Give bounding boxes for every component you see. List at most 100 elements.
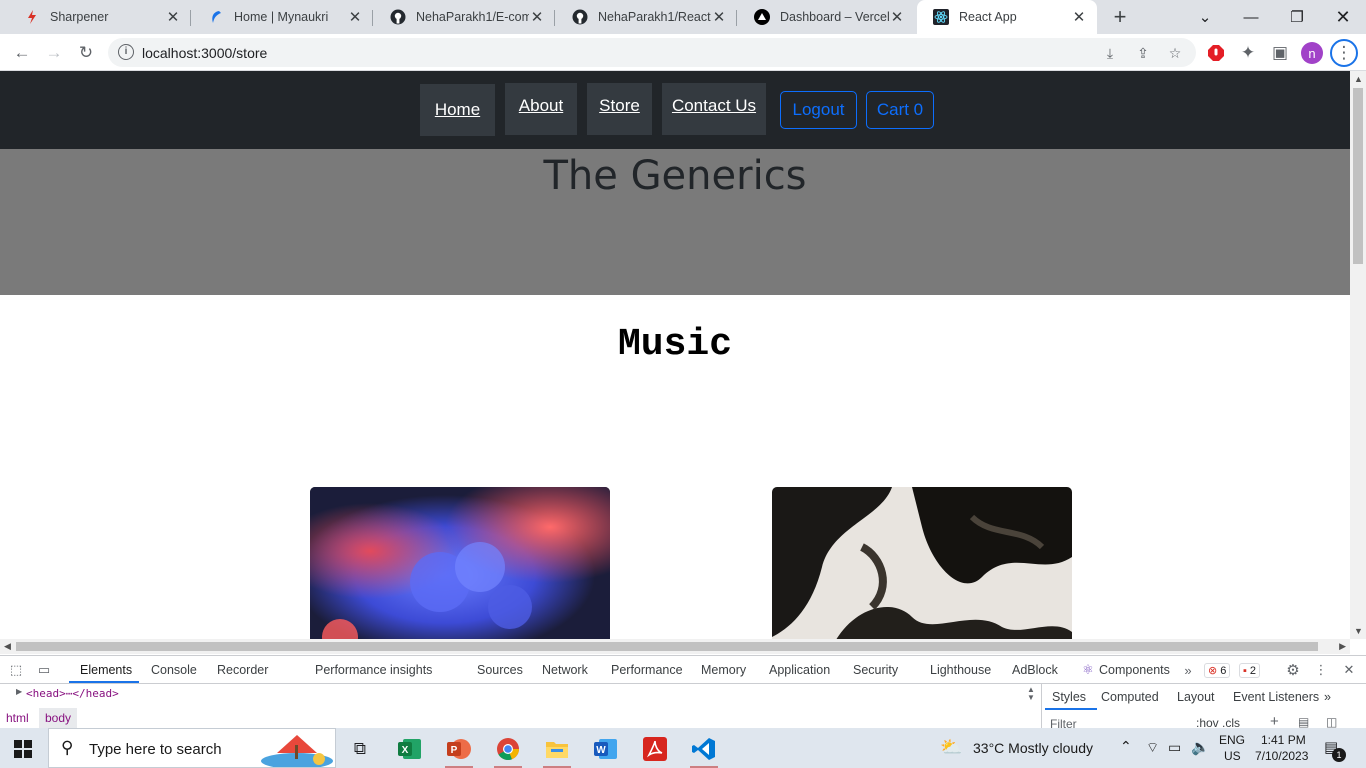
dom-scroll-arrows-icon[interactable]: ▲ ▼	[1027, 686, 1035, 702]
nav-link-store[interactable]: Store	[587, 83, 652, 135]
back-icon[interactable]: ←	[8, 39, 36, 67]
weather-text[interactable]: 33°C Mostly cloudy	[973, 740, 1093, 756]
tray-chevron-up-icon[interactable]: ⌃	[1120, 738, 1132, 755]
vertical-scroll-thumb[interactable]	[1353, 88, 1363, 264]
album-image-black-ink[interactable]	[772, 487, 1072, 639]
url-text[interactable]: localhost:3000/store	[142, 45, 267, 61]
devtools-tab-console[interactable]: Console	[151, 663, 197, 677]
dom-tree-head-node[interactable]: <head>⋯</head>	[26, 687, 119, 700]
settings-gear-icon[interactable]: ⚙	[1285, 662, 1301, 679]
logout-button[interactable]: Logout	[780, 91, 857, 129]
devtools-tab-memory[interactable]: Memory	[701, 663, 746, 677]
side-panel-icon[interactable]: ▣	[1266, 39, 1294, 67]
element-state-icon[interactable]: ▤	[1298, 715, 1309, 729]
breadcrumb-html[interactable]: html	[6, 711, 29, 725]
browser-tab-github-ecomm[interactable]: NehaParakh1/E-comm ✕	[374, 2, 555, 32]
word-icon[interactable]: W	[586, 732, 626, 766]
volume-icon[interactable]: 🔈	[1191, 738, 1210, 756]
close-icon[interactable]: ✕	[1071, 9, 1087, 26]
powerpoint-icon[interactable]: P	[439, 732, 479, 768]
vscode-icon[interactable]	[684, 732, 724, 768]
weather-icon[interactable]: ⛅	[940, 737, 962, 758]
nav-link-contact-us[interactable]: Contact Us	[662, 83, 766, 135]
nav-link-about[interactable]: About	[505, 83, 577, 135]
adblock-extension-icon[interactable]	[1202, 39, 1230, 67]
bookmark-star-icon[interactable]: ☆	[1166, 44, 1184, 62]
extensions-puzzle-icon[interactable]: ✦	[1234, 39, 1262, 67]
close-icon[interactable]: ✕	[889, 9, 905, 26]
tab-search-icon[interactable]: ⌄	[1182, 0, 1228, 34]
browser-tab-react-app[interactable]: React App ✕	[917, 0, 1097, 34]
window-close-button[interactable]: ✕	[1320, 0, 1366, 34]
chrome-icon[interactable]	[488, 732, 528, 768]
expand-triangle-icon[interactable]: ▶	[16, 687, 22, 696]
windows-start-icon[interactable]	[14, 740, 32, 761]
profile-avatar[interactable]: n	[1298, 39, 1326, 67]
region-indicator[interactable]: US	[1224, 749, 1241, 763]
share-icon[interactable]: ⇪	[1134, 44, 1152, 62]
inspect-element-icon[interactable]: ⬚	[8, 662, 24, 678]
reload-icon[interactable]: ↻	[72, 39, 100, 67]
page-vertical-scrollbar[interactable]: ▲ ▼	[1350, 71, 1366, 639]
address-bar[interactable]: i localhost:3000/store ⤓ ⇪ ☆	[108, 38, 1196, 67]
chrome-menu-icon[interactable]: ⋮	[1330, 39, 1358, 67]
devtools-tab-recorder[interactable]: Recorder	[217, 663, 268, 677]
horizontal-scroll-thumb[interactable]	[16, 642, 1318, 651]
restore-button[interactable]: ❐	[1274, 0, 1320, 34]
devtools-tab-adblock[interactable]: AdBlock	[1012, 663, 1058, 677]
styles-tab-styles[interactable]: Styles	[1052, 690, 1086, 704]
close-icon[interactable]: ✕	[165, 9, 181, 26]
react-icon	[933, 9, 949, 25]
nav-link-home[interactable]: Home	[420, 84, 495, 136]
devtools-close-icon[interactable]: ✕	[1341, 662, 1357, 678]
issues-badge[interactable]: ▪ 2	[1239, 663, 1261, 678]
language-indicator[interactable]: ENG	[1219, 733, 1245, 747]
devtools-tab-performance-insights[interactable]: Performance insights	[315, 663, 432, 677]
site-info-icon[interactable]: i	[118, 44, 134, 60]
browser-tab-mynaukri[interactable]: Home | Mynaukri ✕	[192, 2, 373, 32]
cart-button[interactable]: Cart 0	[866, 91, 934, 129]
task-view-icon[interactable]: ⧉	[340, 732, 380, 766]
github-icon	[572, 9, 588, 25]
page-horizontal-scrollbar[interactable]: ◀ ▶	[0, 639, 1350, 654]
acrobat-icon[interactable]	[635, 732, 675, 766]
devtools-tab-elements[interactable]: Elements	[80, 663, 132, 677]
browser-tab-github-react[interactable]: NehaParakh1/React-w ✕	[556, 2, 737, 32]
browser-tab-vercel[interactable]: Dashboard – Vercel ✕	[738, 2, 915, 32]
hero-banner: The Generics	[0, 149, 1350, 295]
file-explorer-icon[interactable]	[537, 732, 577, 768]
clock-date[interactable]: 7/10/2023	[1255, 749, 1308, 763]
computed-sidebar-icon[interactable]: ◫	[1326, 715, 1337, 729]
close-icon[interactable]: ✕	[347, 9, 363, 26]
excel-icon[interactable]: X	[390, 732, 430, 766]
album-image-colorful-smoke[interactable]	[310, 487, 610, 639]
styles-tab-layout[interactable]: Layout	[1177, 690, 1215, 704]
devtools-tab-components[interactable]: Components	[1099, 663, 1170, 677]
devtools-tab-performance[interactable]: Performance	[611, 663, 683, 677]
clock-time[interactable]: 1:41 PM	[1261, 733, 1306, 747]
device-toolbar-icon[interactable]: ▭	[36, 662, 52, 678]
devtools-tab-sources[interactable]: Sources	[477, 663, 523, 677]
browser-tab-sharpener[interactable]: Sharpener ✕	[8, 2, 191, 32]
styles-tab-event-listeners[interactable]: Event Listeners	[1233, 690, 1319, 704]
network-icon[interactable]: ⌔	[1146, 739, 1159, 757]
close-icon[interactable]: ✕	[711, 9, 727, 26]
devtools-tab-security[interactable]: Security	[853, 663, 898, 677]
devtools-tab-lighthouse[interactable]: Lighthouse	[930, 663, 991, 677]
close-icon[interactable]: ✕	[529, 9, 545, 26]
devtools-tab-network[interactable]: Network	[542, 663, 588, 677]
breadcrumb-body[interactable]: body	[39, 708, 78, 728]
minimize-button[interactable]: —	[1228, 0, 1274, 34]
taskbar-search-box[interactable]: ⚲ Type here to search	[48, 728, 336, 768]
styles-tab-computed[interactable]: Computed	[1101, 690, 1159, 704]
devtools-tab-application[interactable]: Application	[769, 663, 830, 677]
devtools-menu-icon[interactable]: ⋮	[1313, 662, 1329, 678]
forward-icon[interactable]: →	[40, 39, 68, 67]
new-tab-button[interactable]: +	[1108, 4, 1132, 29]
section-title-music: Music	[617, 323, 733, 366]
more-styles-tabs-icon[interactable]: »	[1324, 690, 1331, 704]
more-tabs-chevron-icon[interactable]: »	[1180, 662, 1196, 678]
battery-icon[interactable]: ▭	[1168, 739, 1181, 756]
errors-badge[interactable]: ⊗ 6	[1204, 663, 1231, 678]
install-app-icon[interactable]: ⤓	[1101, 44, 1119, 62]
